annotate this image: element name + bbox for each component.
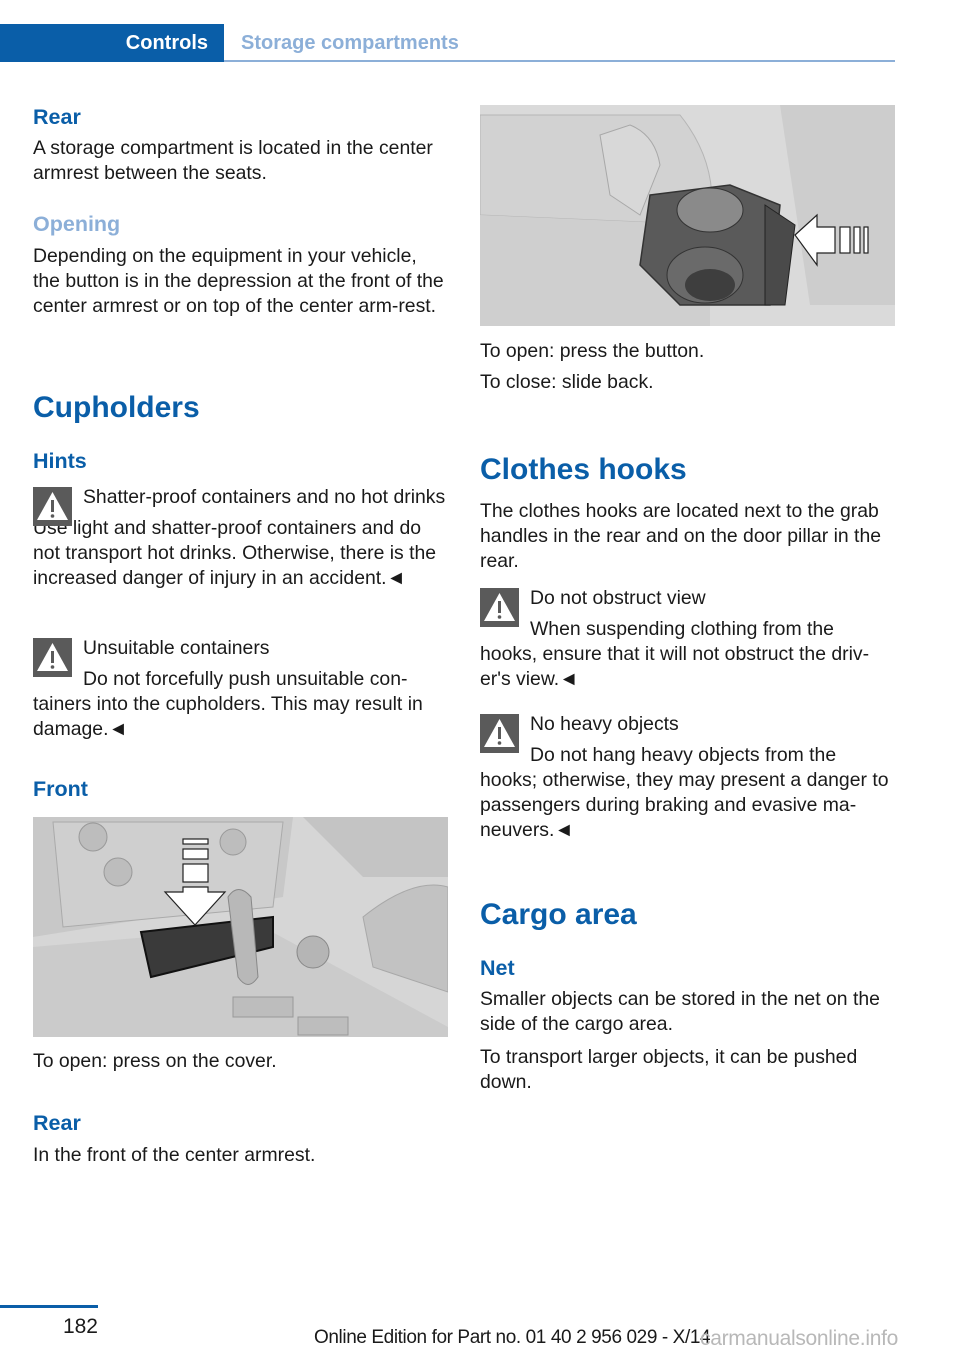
clothes-hooks-heading: Clothes hooks (480, 453, 687, 486)
warning-title: Shatter-proof containers and no hot drin… (83, 486, 446, 508)
warning-shatterproof: Shatter-proof containers and no hot drin… (33, 485, 448, 591)
page-header: Controls Storage compartments (0, 24, 895, 62)
rear-cupholder-figure (480, 105, 895, 326)
warning-heavy-objects: No heavy objects Do not hang heavy objec… (480, 712, 895, 843)
rear-heading: Rear (33, 105, 81, 129)
cargo-area-heading: Cargo area (480, 898, 637, 931)
page-number: 182 (62, 1315, 98, 1338)
warning-body: Use light and shatter-proof containers a… (33, 517, 437, 589)
net-text-2: To transport larger objects, it can be p… (480, 1046, 858, 1093)
close-text: To close: slide back. (480, 371, 654, 393)
warning-title: Unsuitable containers (83, 637, 270, 659)
hints-heading: Hints (33, 449, 87, 473)
warning-triangle-icon (480, 588, 519, 627)
warning-obstruct-view: Do not obstruct view When suspending clo… (480, 586, 895, 692)
open-text: To open: press the button. (480, 340, 705, 362)
warning-unsuitable: Unsuitable containers Do not forcefully … (33, 636, 448, 742)
edition-text: Online Edition for Part no. 01 40 2 956 … (314, 1327, 711, 1348)
warning-triangle-icon (33, 638, 72, 677)
section-tab: Controls (0, 24, 224, 62)
front-caption: To open: press on the cover. (33, 1050, 277, 1072)
rear-cupholder-illustration (480, 105, 895, 326)
warning-triangle-icon (33, 487, 72, 526)
warning-body: Do not forcefully push unsuitable con-ta… (33, 668, 423, 740)
warning-title: No heavy objects (530, 713, 679, 735)
watermark: carmanualsonline.info (700, 1327, 898, 1350)
footer-rule (0, 1305, 98, 1308)
front-cupholder-figure (33, 817, 448, 1037)
warning-body: Do not hang heavy objects from the hooks… (480, 744, 889, 841)
opening-text: Depending on the equipment in your vehic… (33, 245, 444, 317)
clothes-hooks-text: The clothes hooks are located next to th… (480, 500, 882, 572)
rear2-heading: Rear (33, 1111, 81, 1135)
net-text-1: Smaller objects can be stored in the net… (480, 988, 880, 1035)
warning-triangle-icon (480, 714, 519, 753)
net-heading: Net (480, 956, 515, 980)
header-rule (224, 60, 895, 62)
front-cupholder-illustration (33, 817, 448, 1037)
opening-heading: Opening (33, 212, 121, 236)
chapter-title: Storage compartments (241, 32, 459, 54)
rear-text: A storage compartment is located in the … (33, 137, 433, 184)
warning-body: When suspending clothing from the hooks,… (480, 618, 870, 690)
cupholders-heading: Cupholders (33, 391, 200, 424)
front-heading: Front (33, 777, 88, 801)
warning-title: Do not obstruct view (530, 587, 706, 609)
rear2-text: In the front of the center armrest. (33, 1144, 316, 1166)
